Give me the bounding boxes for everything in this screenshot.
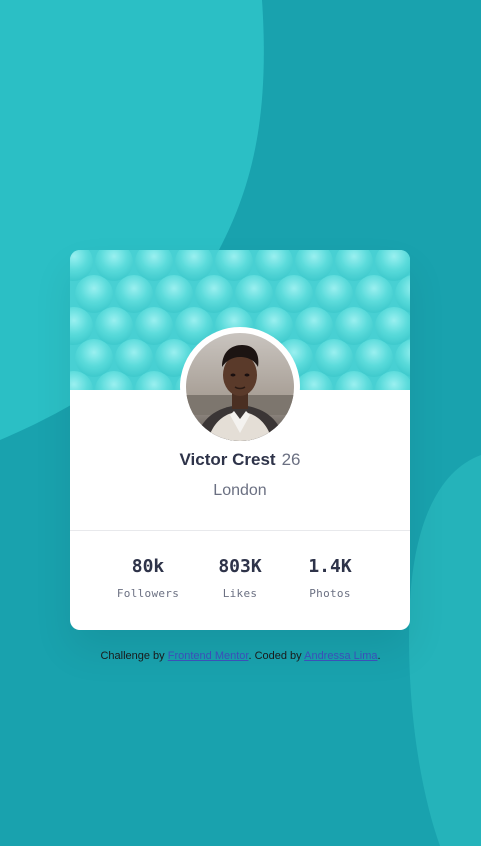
avatar xyxy=(180,327,300,447)
stat-photos-value: 1.4K xyxy=(308,556,352,577)
card-divider xyxy=(70,530,410,531)
stat-photos-label: Photos xyxy=(309,587,351,600)
attribution-middle: . Coded by xyxy=(248,650,305,662)
author-link[interactable]: Andressa Lima xyxy=(304,650,377,662)
attribution-prefix: Challenge by xyxy=(100,650,168,662)
avatar-photo xyxy=(186,333,294,441)
stat-likes-value: 803K xyxy=(218,556,262,577)
stat-followers-value: 80k xyxy=(131,556,165,577)
profile-photo-icon xyxy=(186,333,294,441)
profile-location: London xyxy=(213,482,267,499)
frontend-mentor-link[interactable]: Frontend Mentor xyxy=(168,650,249,662)
stat-followers: 80k Followers xyxy=(103,555,193,600)
attribution: Challenge by Frontend Mentor. Coded by A… xyxy=(0,650,481,662)
profile-card: Victor Crest 26 London 80k Followers 803K… xyxy=(70,250,410,630)
stats-row: 80k Followers 803K Likes 1.4K Photos xyxy=(70,555,410,615)
profile-age: 26 xyxy=(281,450,301,469)
profile-name: Victor Crest xyxy=(179,450,276,469)
stat-likes-label: Likes xyxy=(222,587,258,600)
profile-name-row: Victor Crest 26 xyxy=(70,450,410,470)
stat-photos: 1.4K Photos xyxy=(285,555,375,600)
stat-likes: 803K Likes xyxy=(195,555,285,600)
stat-followers-label: Followers xyxy=(116,587,180,600)
attribution-suffix: . xyxy=(377,650,381,662)
